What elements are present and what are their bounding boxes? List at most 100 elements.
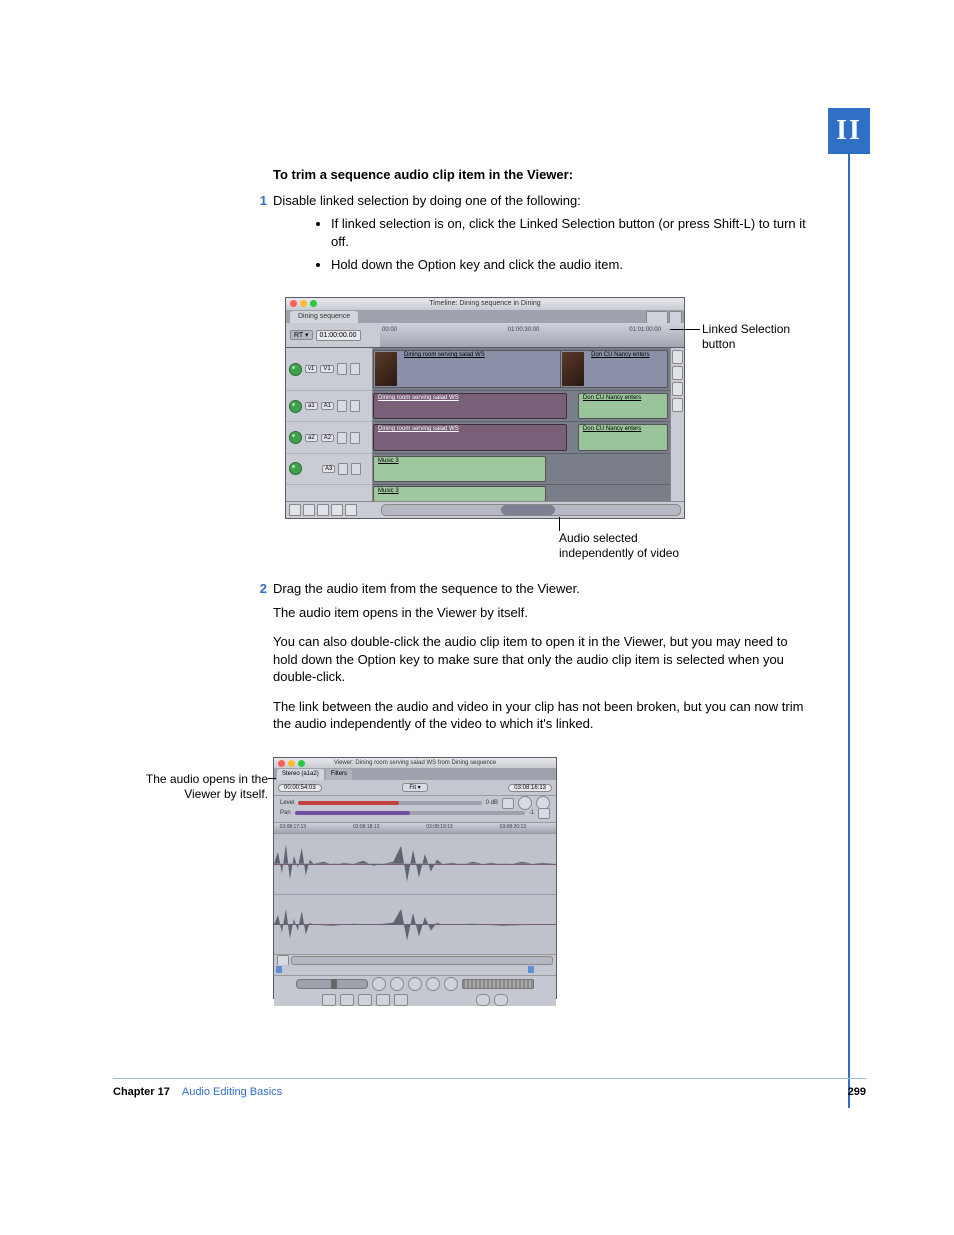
callout-leader [670, 329, 700, 330]
tab-filters[interactable]: Filters [326, 769, 352, 780]
dest-label[interactable]: A2 [321, 434, 334, 442]
mark-button[interactable] [322, 994, 336, 1006]
traffic-lights[interactable] [290, 300, 317, 307]
play-around-button[interactable] [426, 977, 440, 991]
level-value: 0 dB [486, 800, 498, 806]
music-clip[interactable]: Music 3 [373, 486, 546, 502]
fit-menu-button[interactable]: Fit ▾ [402, 783, 427, 792]
track-height-button[interactable] [672, 350, 683, 364]
audio-clip-selected[interactable]: Dining room serving salad WS [373, 424, 567, 450]
source-label[interactable]: v1 [305, 365, 317, 373]
callout-leader [268, 778, 276, 779]
level-label: Level [280, 800, 294, 806]
music-clip[interactable]: Music 3 [373, 456, 546, 482]
audio-clip[interactable]: Don CU Nancy enters [578, 393, 668, 419]
toggle-button[interactable] [289, 504, 301, 516]
toggle-button[interactable] [331, 504, 343, 516]
step-number: 1 [247, 192, 267, 210]
sequence-tab[interactable]: Dining sequence [290, 311, 358, 323]
track-visibility-button[interactable] [289, 400, 302, 413]
video-clip[interactable]: Don CU Nancy enters [560, 350, 668, 388]
stepper-button[interactable] [502, 798, 514, 809]
track-visibility-button[interactable] [289, 462, 302, 475]
toggle-button[interactable] [345, 504, 357, 516]
track-height-button[interactable] [672, 366, 683, 380]
mark-button[interactable] [358, 994, 372, 1006]
audio-track[interactable]: Dining room serving salad WS Don CU Nanc… [373, 391, 670, 422]
close-icon[interactable] [290, 300, 297, 307]
track-height-button[interactable] [672, 398, 683, 412]
lock-icon[interactable] [337, 400, 347, 412]
zoom-slider-handle[interactable] [277, 955, 289, 966]
audio-track[interactable]: Music 3 [373, 454, 670, 485]
audio-clip[interactable]: Don CU Nancy enters [578, 424, 668, 450]
stepper-button[interactable] [538, 808, 550, 819]
mark-button[interactable] [340, 994, 354, 1006]
audio-track[interactable]: Dining room serving salad WS Don CU Nanc… [373, 422, 670, 453]
ruler-tick: 03:08:19:13 [426, 824, 452, 830]
window-title: Viewer: Dining room serving salad WS fro… [334, 760, 496, 766]
lock-icon[interactable] [338, 463, 348, 475]
play-button[interactable] [408, 977, 422, 991]
dest-label[interactable]: A1 [321, 402, 334, 410]
timecode-field[interactable]: 01:00:00.00 [316, 330, 361, 341]
video-clip[interactable]: Dining room serving salad WS [373, 350, 567, 388]
toggle-button[interactable] [303, 504, 315, 516]
lock-icon[interactable] [337, 432, 347, 444]
shuttle-control[interactable] [296, 979, 368, 989]
scrollbar-thumb[interactable] [501, 505, 555, 515]
scrollbar-track[interactable] [291, 956, 553, 965]
audio-clip-selected[interactable]: Dining room serving salad WS [373, 393, 567, 419]
video-track[interactable]: Dining room serving salad WS Don CU Nanc… [373, 348, 670, 391]
track-visibility-button[interactable] [289, 431, 302, 444]
timeline-scrollbar[interactable] [381, 504, 681, 516]
overwrite-button[interactable] [494, 994, 508, 1006]
mark-button[interactable] [394, 994, 408, 1006]
viewer-scrollbar[interactable] [274, 954, 556, 965]
timeline-ruler[interactable]: 00:00 01:00:30:00 01:01:00:00 [380, 323, 684, 347]
waveform-channel[interactable] [274, 895, 556, 955]
zoom-icon[interactable] [298, 760, 305, 767]
auto-select-icon[interactable] [350, 432, 360, 444]
dest-label[interactable]: A3 [322, 465, 335, 473]
in-point-marker[interactable] [276, 966, 282, 973]
auto-select-icon[interactable] [350, 400, 360, 412]
viewer-scrubber[interactable] [274, 965, 556, 975]
pan-slider[interactable] [295, 811, 525, 815]
tab-stereo[interactable]: Stereo (a1a2) [277, 769, 324, 780]
track-visibility-button[interactable] [289, 363, 302, 376]
toggle-button[interactable] [317, 504, 329, 516]
track-height-button[interactable] [672, 382, 683, 396]
ruler-tick: 03:08:17:13 [280, 824, 306, 830]
track-patch-panel: v1 V1 a1 A1 a2 A2 [286, 348, 373, 503]
out-point-marker[interactable] [528, 966, 534, 973]
source-label[interactable]: a2 [305, 434, 318, 442]
traffic-lights[interactable] [278, 760, 305, 767]
jog-control[interactable] [462, 979, 534, 989]
play-in-to-out-button[interactable] [390, 977, 404, 991]
duration-field[interactable]: 00:00:54:03 [278, 784, 322, 792]
rt-menu-button[interactable]: RT ▾ [290, 330, 313, 340]
step-1: 1 Disable linked selection by doing one … [273, 192, 813, 210]
level-slider[interactable] [298, 801, 481, 805]
clip-label: Don CU Nancy enters [583, 395, 641, 401]
reset-button[interactable] [518, 796, 532, 810]
lock-icon[interactable] [337, 363, 347, 375]
viewer-ruler[interactable]: 03:08:17:13 03:08:18:13 03:08:19:13 03:0… [274, 823, 556, 834]
minimize-icon[interactable] [288, 760, 295, 767]
current-timecode-field[interactable]: 03:08:16:13 [508, 784, 552, 792]
source-label[interactable]: a1 [305, 402, 318, 410]
auto-select-icon[interactable] [350, 363, 360, 375]
auto-select-icon[interactable] [351, 463, 361, 475]
dest-label[interactable]: V1 [320, 365, 333, 373]
insert-button[interactable] [476, 994, 490, 1006]
close-icon[interactable] [278, 760, 285, 767]
waveform-channel[interactable] [274, 834, 556, 895]
next-edit-button[interactable] [444, 977, 458, 991]
window-titlebar: Timeline: Dining sequence in Dining [286, 298, 684, 310]
minimize-icon[interactable] [300, 300, 307, 307]
zoom-icon[interactable] [310, 300, 317, 307]
mark-button[interactable] [376, 994, 390, 1006]
timeline-tracks[interactable]: Dining room serving salad WS Don CU Nanc… [373, 348, 670, 503]
prev-edit-button[interactable] [372, 977, 386, 991]
